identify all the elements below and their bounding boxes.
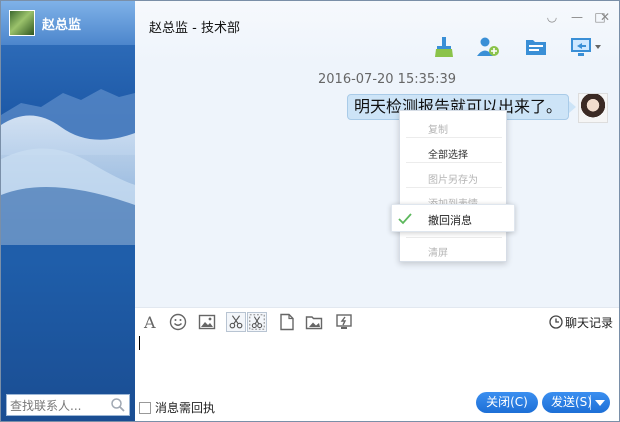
check-icon	[398, 213, 412, 225]
conversation-footer: 消息需回执 关闭(C) 发送(S)	[135, 389, 619, 421]
message-input[interactable]	[135, 335, 619, 389]
menu-item-recall-label: 撤回消息	[428, 214, 472, 227]
chat-window: 赵总监 赵总监 - 技术部 ◡ —	[0, 0, 620, 422]
sender-avatar[interactable]	[578, 93, 608, 123]
menu-item-clear-screen[interactable]: 清屏	[428, 244, 448, 259]
file-icon[interactable]	[278, 313, 296, 331]
close-button[interactable]: 关闭(C)	[476, 392, 538, 413]
screenshot-icon[interactable]	[247, 312, 267, 332]
folder-image-icon[interactable]	[305, 313, 323, 331]
scissors-icon[interactable]	[226, 312, 246, 332]
conversation-header: 赵总监 - 技术部 ◡ — □ ✕	[135, 1, 619, 65]
menu-item-recall-message[interactable]: 撤回消息	[391, 204, 515, 232]
menu-item-copy[interactable]: 复制	[428, 121, 448, 136]
add-contact-icon[interactable]	[476, 36, 500, 58]
image-icon[interactable]	[198, 313, 216, 331]
receipt-label: 消息需回执	[155, 401, 216, 415]
contact-search-box	[6, 394, 130, 416]
chat-history-button[interactable]: 聊天记录	[549, 314, 613, 331]
chat-history-label: 聊天记录	[565, 316, 614, 330]
menu-separator	[406, 237, 502, 238]
menu-item-save-image[interactable]: 图片另存为	[428, 171, 478, 186]
clock-icon	[549, 315, 563, 329]
send-button[interactable]: 发送(S)	[542, 392, 610, 413]
clean-brush-icon[interactable]	[432, 36, 456, 58]
folder-icon[interactable]	[524, 36, 548, 58]
close-icon[interactable]: ✕	[597, 9, 613, 25]
send-divider	[590, 395, 591, 410]
menu-item-select-all[interactable]: 全部选择	[428, 146, 468, 161]
input-toolbar: A 聊天记录	[135, 307, 619, 335]
receipt-checkbox[interactable]: 消息需回执	[139, 399, 215, 416]
menu-separator	[406, 137, 502, 138]
minimize-icon[interactable]: —	[569, 9, 585, 25]
remote-assist-icon[interactable]	[570, 36, 604, 58]
chat-title: 赵总监 - 技术部	[149, 21, 240, 36]
shake-icon[interactable]	[335, 313, 353, 331]
message-history[interactable]: 2016-07-20 15:35:39 明天检测报告就可以出来了。 复制 全部选…	[135, 65, 619, 307]
left-panel: 赵总监	[1, 1, 135, 421]
contact-avatar[interactable]	[9, 10, 35, 36]
search-icon[interactable]	[110, 397, 126, 413]
message-bubble-tail	[569, 101, 576, 113]
menu-separator	[406, 162, 502, 163]
contact-header: 赵总监	[1, 1, 135, 45]
background-scene-image	[1, 89, 135, 245]
svg-text:A: A	[143, 313, 156, 331]
text-caret	[139, 336, 140, 350]
checkbox-square[interactable]	[139, 402, 151, 414]
contact-name[interactable]: 赵总监	[42, 14, 81, 33]
conversation-panel: 赵总监 - 技术部 ◡ — □ ✕ 2016-07-20 15:35:39 明天…	[135, 1, 619, 421]
send-options-chevron-icon[interactable]	[595, 400, 605, 406]
send-label: 发送(S)	[551, 395, 592, 409]
skin-icon[interactable]: ◡	[544, 9, 560, 25]
contact-search-input[interactable]	[10, 398, 110, 413]
message-timestamp: 2016-07-20 15:35:39	[318, 72, 457, 87]
emoji-icon[interactable]	[169, 313, 187, 331]
menu-separator	[406, 187, 502, 188]
context-menu: 复制 全部选择 图片另存为 添加到表情 清屏	[399, 110, 507, 262]
font-icon[interactable]: A	[141, 313, 159, 331]
